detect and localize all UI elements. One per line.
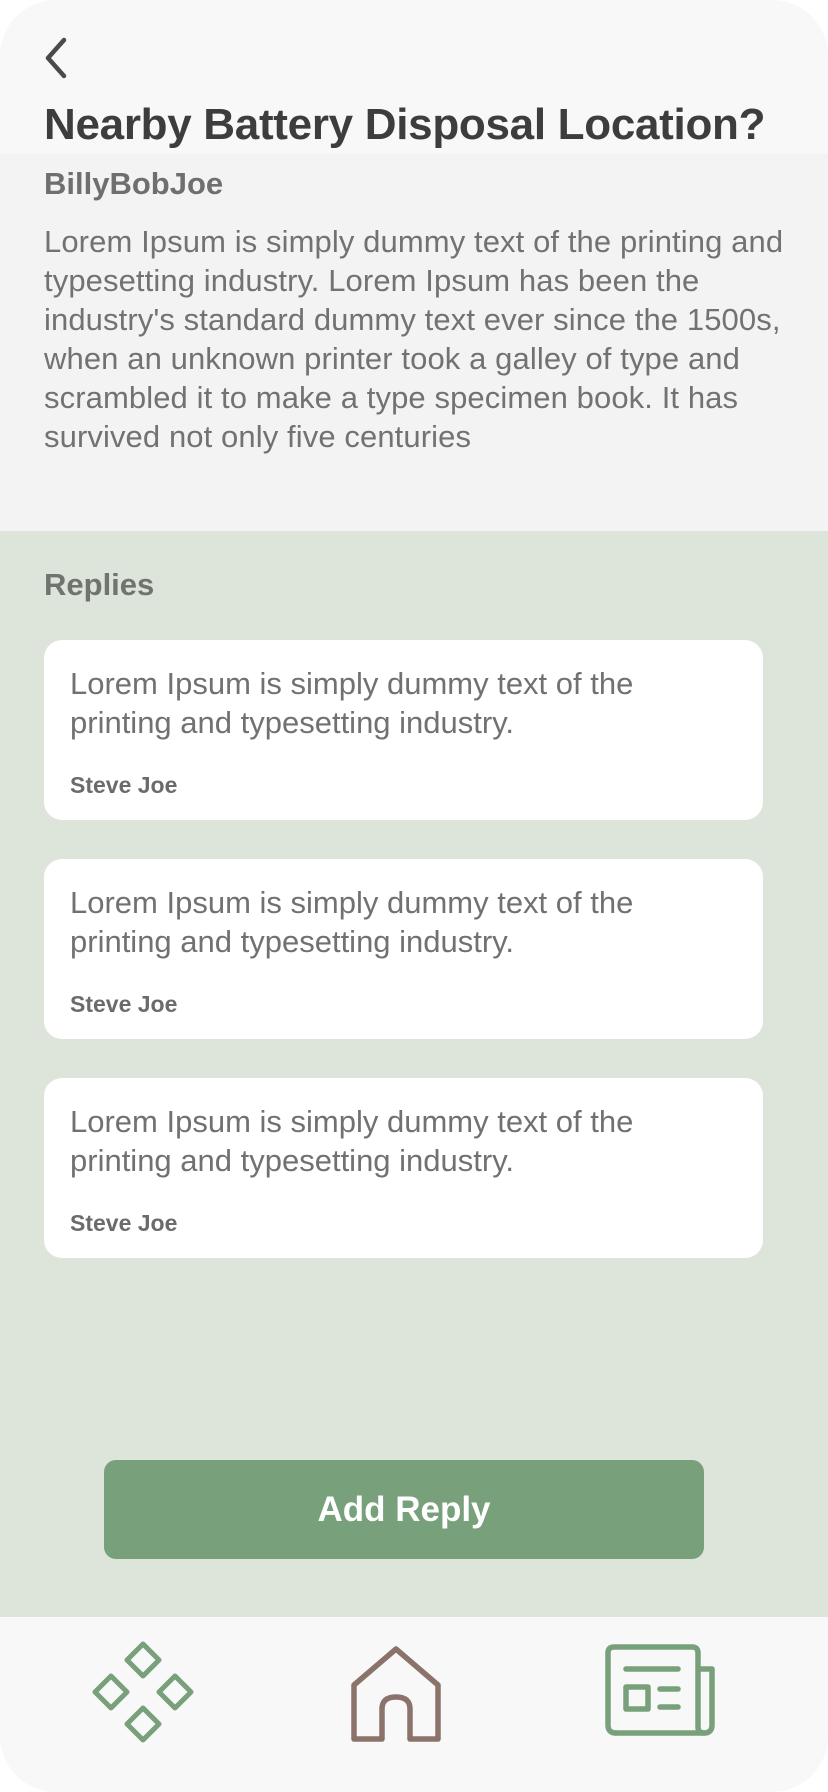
diamonds-icon bbox=[92, 1641, 194, 1743]
newspaper-icon bbox=[605, 1644, 715, 1736]
reply-text: Lorem Ipsum is simply dummy text of the … bbox=[70, 1104, 634, 1178]
reply-card[interactable]: Lorem Ipsum is simply dummy text of the … bbox=[44, 859, 763, 1039]
page-title: Nearby Battery Disposal Location? bbox=[44, 100, 766, 149]
reply-author: Steve Joe bbox=[70, 772, 178, 798]
post-body: Lorem Ipsum is simply dummy text of the … bbox=[44, 224, 784, 454]
reply-author: Steve Joe bbox=[70, 991, 178, 1017]
reply-card[interactable]: Lorem Ipsum is simply dummy text of the … bbox=[44, 1078, 763, 1258]
nav-item-news[interactable] bbox=[604, 1643, 718, 1739]
replies-heading: Replies bbox=[44, 567, 155, 602]
replies-panel: Replies Lorem Ipsum is simply dummy text… bbox=[0, 531, 828, 1617]
add-reply-button[interactable]: Add Reply bbox=[104, 1460, 704, 1559]
bottom-nav bbox=[0, 1617, 828, 1792]
forum-post-screen: Nearby Battery Disposal Location? BillyB… bbox=[0, 0, 828, 1792]
nav-item-explore[interactable] bbox=[90, 1639, 196, 1745]
reply-author: Steve Joe bbox=[70, 1210, 178, 1236]
reply-text: Lorem Ipsum is simply dummy text of the … bbox=[70, 885, 634, 959]
home-icon bbox=[351, 1646, 441, 1742]
nav-item-home[interactable] bbox=[346, 1643, 446, 1745]
reply-text: Lorem Ipsum is simply dummy text of the … bbox=[70, 666, 634, 740]
post-author[interactable]: BillyBobJoe bbox=[44, 166, 223, 202]
back-button[interactable] bbox=[36, 30, 76, 86]
top-bar: Nearby Battery Disposal Location? bbox=[0, 0, 828, 154]
chevron-left-icon bbox=[45, 37, 67, 79]
reply-card[interactable]: Lorem Ipsum is simply dummy text of the … bbox=[44, 640, 763, 820]
